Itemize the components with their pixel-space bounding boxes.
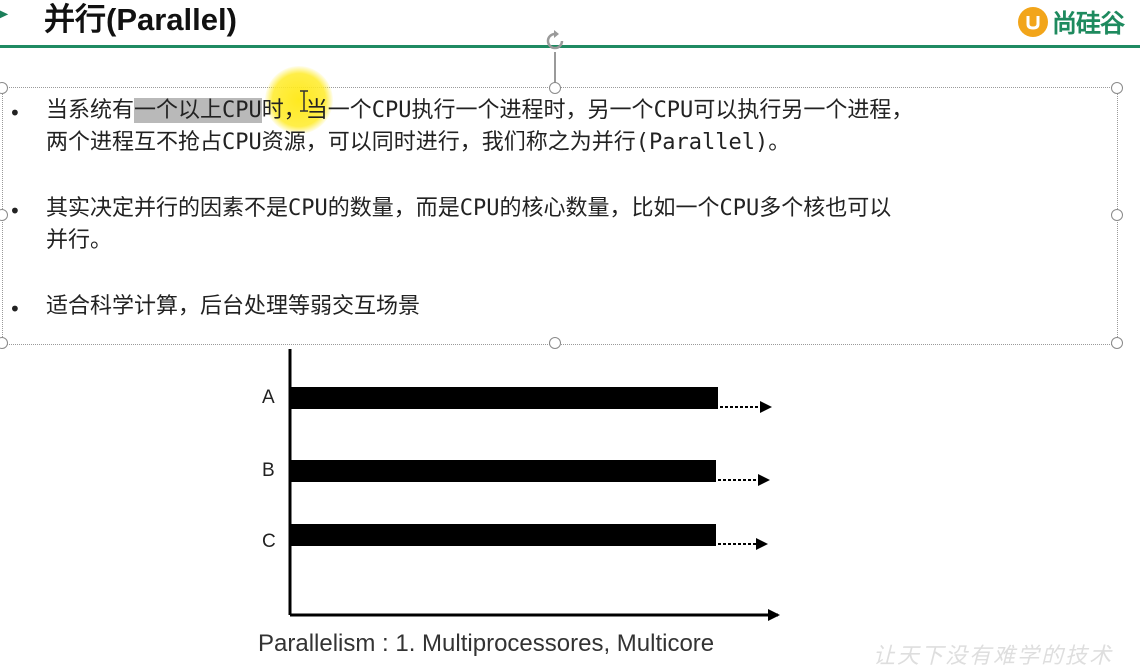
- text-run: 可以执行另一个进程，: [693, 98, 914, 123]
- text-run: CPU: [371, 98, 412, 123]
- text-run: 执行一个进程时，另一个: [411, 98, 654, 123]
- text-run: 的数量，而是: [327, 196, 460, 221]
- row-label-b: B: [262, 460, 275, 481]
- text-run: 当系统有: [46, 98, 135, 123]
- logo-text: 尚硅谷: [1052, 9, 1125, 38]
- text-run: 资源，可以同时进行，我们称之为并行: [261, 130, 636, 155]
- text-run: (Parallel): [635, 130, 769, 155]
- title-divider: [0, 45, 1140, 48]
- text-run: 其实决定并行的因素不是: [46, 196, 289, 221]
- text-run: 时，当一个: [261, 98, 372, 123]
- text-run: CPU: [222, 130, 262, 155]
- process-bar-c: [290, 524, 716, 546]
- parallelism-diagram: A B C: [262, 349, 780, 621]
- resize-handle-bottom-right[interactable]: [1111, 337, 1123, 349]
- slide-header: ➤ 并行(Parallel) 尚硅谷: [0, 0, 1140, 48]
- selected-text-run: CPU: [222, 98, 262, 123]
- diagram-caption: Parallelism : 1. Multiprocessores, Multi…: [258, 630, 715, 657]
- process-bar-b: [290, 460, 716, 482]
- text-run: 的核心数量，比如一个: [499, 196, 720, 221]
- text-run: CPU: [719, 196, 760, 221]
- resize-handle-top-right[interactable]: [1111, 82, 1123, 94]
- selected-text-run: 一个以上: [134, 98, 223, 123]
- text-run: CPU: [288, 196, 328, 221]
- row-label-a: A: [262, 387, 275, 408]
- bullet-line: 并行。: [46, 226, 112, 256]
- header-arrow-icon: ➤: [0, 4, 10, 25]
- bullet-line: 适合科学计算，后台处理等弱交互场景: [46, 292, 420, 322]
- resize-handle-bottom-left[interactable]: [0, 337, 8, 349]
- text-run: 并行。: [46, 228, 113, 253]
- process-bar-a: [290, 387, 718, 409]
- bullet-marker: •: [9, 297, 21, 321]
- resize-handle-middle-right[interactable]: [1111, 209, 1123, 221]
- page-title: 并行(Parallel): [44, 2, 237, 37]
- row-label-c: C: [262, 531, 276, 552]
- resize-handle-top-center[interactable]: [549, 82, 561, 94]
- text-run: CPU: [653, 98, 694, 123]
- brand-logo: 尚硅谷: [1018, 5, 1125, 39]
- text-run: 多个核也可以: [759, 196, 892, 221]
- text-run: 适合科学计算，后台处理等弱交互场景: [46, 294, 421, 319]
- bullet-marker: •: [9, 101, 21, 125]
- bullet-line: 其实决定并行的因素不是CPU的数量，而是CPU的核心数量，比如一个CPU多个核也…: [46, 194, 891, 224]
- logo-mark-icon: [1018, 7, 1048, 37]
- bullet-line: 当系统有一个以上CPU时，当一个CPU执行一个进程时，另一个CPU可以执行另一个…: [46, 96, 913, 126]
- bullet-line: 两个进程互不抢占CPU资源，可以同时进行，我们称之为并行(Parallel)。: [46, 128, 790, 158]
- rotate-handle-icon[interactable]: [541, 27, 569, 55]
- bullet-marker: •: [9, 199, 21, 223]
- watermark-text: 让天下没有难学的技术: [873, 644, 1114, 669]
- text-run: CPU: [459, 196, 500, 221]
- text-run: 。: [768, 130, 791, 155]
- text-run: 两个进程互不抢占: [46, 130, 223, 155]
